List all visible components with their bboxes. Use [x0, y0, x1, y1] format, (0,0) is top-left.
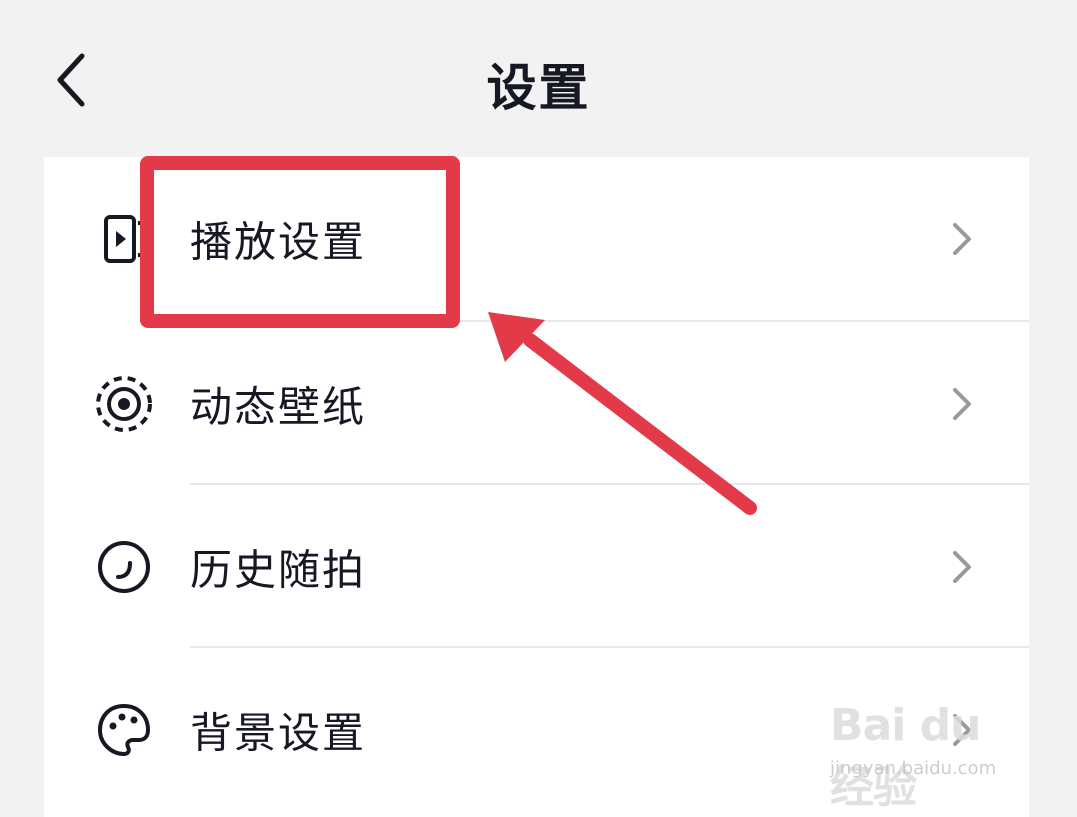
settings-item-label: 播放设置	[190, 217, 367, 266]
settings-item-label: 动态壁纸	[190, 382, 367, 431]
chevron-right-icon	[947, 547, 977, 587]
settings-item-live-wallpaper[interactable]: 动态壁纸	[44, 322, 1029, 485]
palette-icon	[94, 700, 154, 760]
top-bar: 设置	[0, 0, 1077, 157]
chevron-right-icon	[947, 219, 977, 259]
settings-list: 播放设置 动态壁纸 历史随拍 背景设置	[44, 157, 1029, 817]
play-screen-icon	[94, 209, 154, 269]
chevron-right-icon	[947, 384, 977, 424]
settings-item-background[interactable]: 背景设置	[44, 648, 1029, 811]
wallpaper-icon	[94, 374, 154, 434]
page-title: 设置	[486, 59, 591, 117]
settings-item-label: 背景设置	[190, 708, 367, 757]
history-icon	[94, 537, 154, 597]
settings-item-history[interactable]: 历史随拍	[44, 485, 1029, 648]
settings-item-playback[interactable]: 播放设置	[44, 157, 1029, 320]
settings-item-label: 历史随拍	[190, 545, 367, 594]
chevron-right-icon	[947, 710, 977, 750]
